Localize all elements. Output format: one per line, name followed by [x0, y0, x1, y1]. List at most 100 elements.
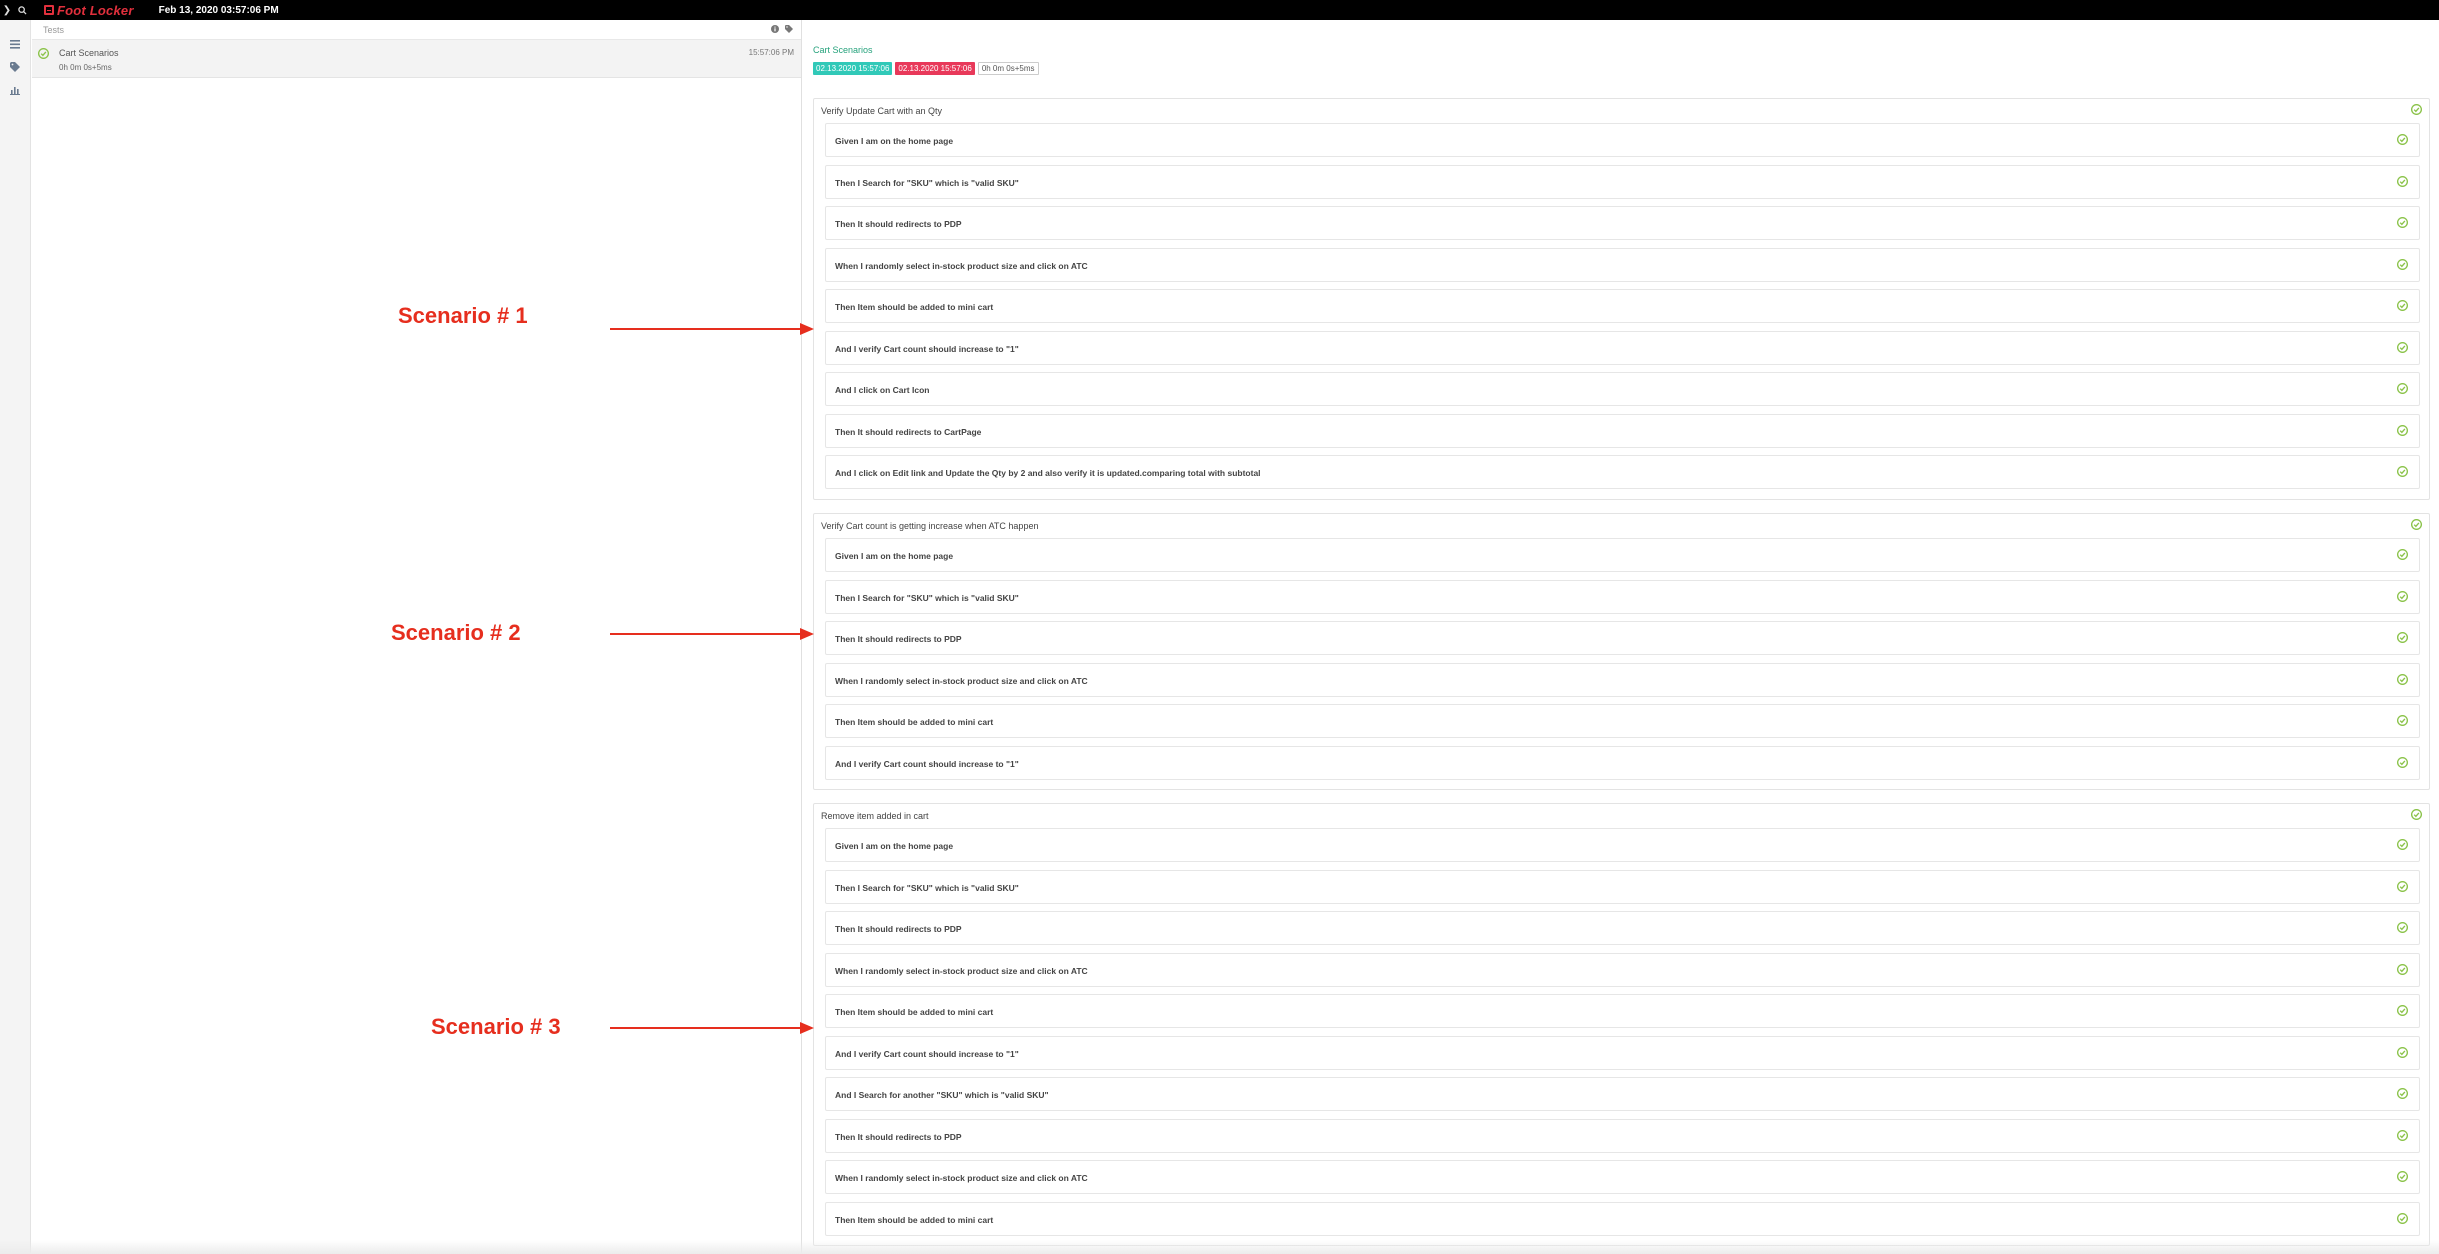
step-pass-icon [2397, 217, 2408, 228]
step-row[interactable]: Then It should redirects to PDP [825, 206, 2420, 240]
test-name: Cart Scenarios [59, 48, 119, 58]
list-icon[interactable] [8, 37, 22, 51]
start-time-badge: 02.13.2020 15:57:06 [813, 62, 893, 75]
step-row[interactable]: Then Item should be added to mini cart [825, 704, 2420, 738]
step-text: Given I am on the home page [835, 551, 954, 561]
report-date: Feb 13, 2020 03:57:06 PM [158, 4, 279, 16]
step-row[interactable]: Then Item should be added to mini cart [825, 1201, 2420, 1236]
step-text: Then It should redirects to PDP [835, 1131, 962, 1142]
step-row[interactable]: Given I am on the home page [825, 123, 2420, 157]
step-pass-icon [2397, 1129, 2408, 1141]
step-row[interactable]: When I randomly select in-stock product … [825, 662, 2420, 697]
step-pass-icon [2397, 756, 2408, 768]
test-detail-title: Cart Scenarios [813, 45, 873, 55]
step-pass-icon [2397, 1046, 2408, 1058]
step-pass-icon [2397, 1171, 2408, 1182]
step-pass-icon [2397, 134, 2408, 145]
bar-chart-icon[interactable] [8, 83, 22, 97]
step-pass-icon [2397, 466, 2408, 477]
scenario-pass-icon [2411, 519, 2422, 530]
scenario-card[interactable]: Remove item added in cart Given I am on t… [813, 803, 2430, 1246]
step-row[interactable]: Then Item should be added to mini cart [825, 994, 2420, 1028]
annotation-arrow-1 [610, 323, 814, 335]
scenario-name: Verify Update Cart with an Qty [821, 106, 943, 116]
step-row[interactable]: Then It should redirects to CartPage [825, 413, 2420, 448]
tag-icon[interactable] [8, 60, 22, 74]
step-row[interactable]: Then I Search for "SKU" which is "valid … [825, 164, 2420, 199]
bottom-edge-shadow [0, 1240, 2439, 1254]
step-pass-icon [2397, 880, 2408, 892]
step-text: And I verify Cart count should increase … [835, 343, 1019, 354]
scenario-pass-icon [2411, 809, 2422, 820]
step-row[interactable]: Then It should redirects to PDP [825, 911, 2420, 945]
step-pass-icon [2397, 175, 2408, 187]
tests-header-label: Tests [43, 24, 65, 35]
search-icon[interactable] [14, 0, 30, 20]
step-text: And I click on Cart Icon [835, 385, 930, 395]
brand-logo[interactable]: Foot Locker [44, 0, 134, 20]
duration-badge: 0h 0m 0s+5ms [977, 62, 1039, 75]
test-duration: 0h 0m 0s+5ms [59, 63, 112, 72]
step-pass-icon [2397, 839, 2408, 850]
step-text: Given I am on the home page [835, 841, 954, 851]
step-text: And I verify Cart count should increase … [835, 758, 1019, 769]
step-row[interactable]: Then It should redirects to PDP [825, 1118, 2420, 1153]
step-row[interactable]: And I verify Cart count should increase … [825, 330, 2420, 365]
step-row[interactable]: Given I am on the home page [825, 828, 2420, 862]
step-pass-icon [2397, 590, 2408, 602]
step-row[interactable]: And I click on Cart Icon [825, 372, 2420, 406]
scenario-name: Remove item added in cart [821, 811, 929, 821]
step-text: When I randomly select in-stock product … [835, 260, 1088, 271]
step-row[interactable]: Given I am on the home page [825, 538, 2420, 572]
step-pass-icon [2397, 715, 2408, 726]
step-text: Then It should redirects to PDP [835, 219, 962, 229]
step-pass-icon [2397, 300, 2408, 311]
scenario-name: Verify Cart count is getting increase wh… [821, 521, 1039, 531]
info-icon[interactable] [771, 25, 779, 35]
step-text: And I verify Cart count should increase … [835, 1048, 1019, 1059]
step-pass-icon [2397, 632, 2408, 643]
step-pass-icon [2397, 258, 2408, 270]
step-text: When I randomly select in-stock product … [835, 1173, 1088, 1183]
chevron-right-icon[interactable]: ❯ [0, 0, 14, 20]
step-row[interactable]: And I verify Cart count should increase … [825, 745, 2420, 780]
step-row[interactable]: When I randomly select in-stock product … [825, 1160, 2420, 1194]
annotation-scenario-1: Scenario # 1 [398, 303, 528, 328]
step-text: Then It should redirects to CartPage [835, 426, 982, 437]
left-nav [0, 20, 31, 1254]
scenario-pass-icon [2411, 104, 2422, 115]
test-row[interactable]: Cart Scenarios 0h 0m 0s+5ms 15:57:06 PM [32, 40, 801, 78]
scenario-card[interactable]: Verify Cart count is getting increase wh… [813, 513, 2430, 790]
step-row[interactable]: Then I Search for "SKU" which is "valid … [825, 869, 2420, 904]
step-row[interactable]: Then I Search for "SKU" which is "valid … [825, 579, 2420, 614]
step-pass-icon [2397, 963, 2408, 975]
annotation-arrow-3 [610, 1022, 814, 1034]
step-row[interactable]: Then It should redirects to PDP [825, 621, 2420, 655]
step-row[interactable]: When I randomly select in-stock product … [825, 247, 2420, 282]
step-text: Then Item should be added to mini cart [835, 1007, 994, 1017]
end-time-badge: 02.13.2020 15:57:06 [895, 62, 975, 75]
step-row[interactable]: Then Item should be added to mini cart [825, 289, 2420, 323]
step-pass-icon [2397, 1212, 2408, 1224]
annotation-arrow-2 [610, 628, 814, 640]
tests-header: Tests [32, 20, 801, 40]
brand-name: Foot Locker [57, 2, 134, 18]
step-pass-icon [2397, 1005, 2408, 1016]
step-text: Then I Search for "SKU" which is "valid … [835, 592, 1019, 603]
step-pass-icon [2397, 383, 2408, 394]
step-row[interactable]: And I click on Edit link and Update the … [825, 455, 2420, 489]
test-time-badges: 02.13.2020 15:57:06 02.13.2020 15:57:06 … [813, 62, 1039, 75]
step-text: And I click on Edit link and Update the … [835, 468, 1261, 478]
pass-icon [38, 48, 49, 59]
step-text: Given I am on the home page [835, 136, 954, 146]
scenario-card[interactable]: Verify Update Cart with an Qty Given I am… [813, 98, 2430, 500]
test-detail-panel: Cart Scenarios 02.13.2020 15:57:06 02.13… [803, 20, 2439, 1254]
step-row[interactable]: And I Search for another "SKU" which is … [825, 1077, 2420, 1111]
step-text: Then Item should be added to mini cart [835, 302, 994, 312]
step-row[interactable]: When I randomly select in-stock product … [825, 952, 2420, 987]
step-text: Then It should redirects to PDP [835, 634, 962, 644]
tag-icon[interactable] [785, 25, 793, 35]
step-text: Then I Search for "SKU" which is "valid … [835, 177, 1019, 188]
step-pass-icon [2397, 922, 2408, 933]
step-row[interactable]: And I verify Cart count should increase … [825, 1035, 2420, 1070]
